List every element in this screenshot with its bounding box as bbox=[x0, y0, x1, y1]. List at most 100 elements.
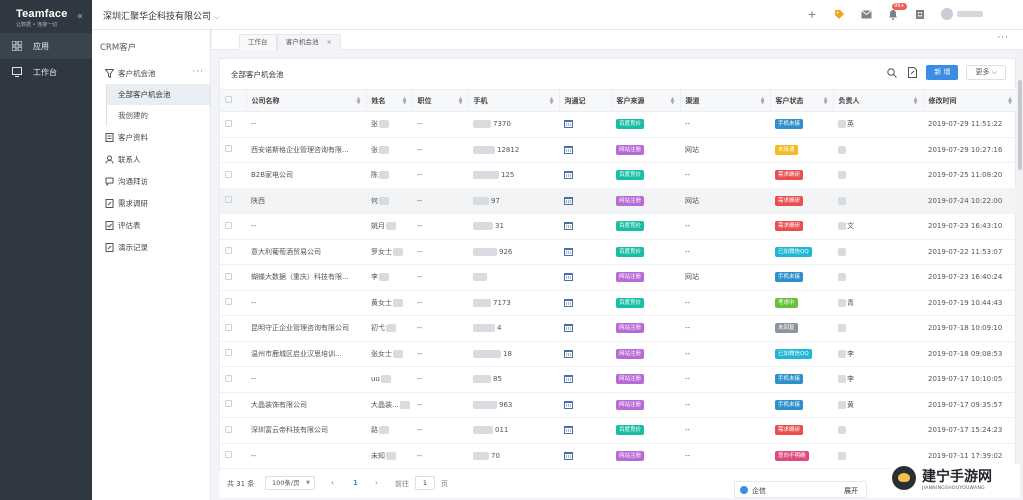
company-name[interactable]: B2B家电公司 bbox=[251, 171, 293, 179]
vertical-scrollbar[interactable] bbox=[1017, 50, 1023, 500]
table-row[interactable]: 陕西 何 -- 97 网站注册 网站 需求确研 2019-07-24 10:22:00 bbox=[220, 188, 1017, 214]
row-checkbox[interactable] bbox=[225, 247, 232, 255]
sidebar-group-opportunity-pool[interactable]: 客户机会池 ··· bbox=[92, 62, 210, 84]
row-checkbox[interactable] bbox=[225, 400, 232, 408]
sidebar-item-customers[interactable]: 客户资料 bbox=[92, 126, 210, 148]
sort-icon[interactable]: ▲ ▼ bbox=[550, 97, 554, 106]
company-name[interactable]: 大晶装饰有限公司 bbox=[251, 401, 307, 409]
sort-icon[interactable]: ▲ ▼ bbox=[824, 97, 828, 106]
table-row[interactable]: -- 姚月 -- 31 百度竞价 -- 需求确研 文 2019-07-23 16:43:10 bbox=[220, 213, 1017, 240]
table-row[interactable]: 西安诺斯格企业管理咨询有限... 张 -- 12812 网站注册 网站 未接通 2019-07… bbox=[220, 137, 1017, 163]
select-all-checkbox[interactable] bbox=[225, 96, 232, 103]
column-header[interactable]: 职位 ▲ ▼ bbox=[411, 89, 468, 112]
column-header[interactable]: 手机 ▲ ▼ bbox=[467, 89, 559, 112]
plus-icon[interactable]: + bbox=[806, 8, 818, 21]
page-size-select[interactable]: 100条/页 ▼ bbox=[265, 476, 315, 490]
row-checkbox[interactable] bbox=[225, 272, 232, 280]
row-checkbox[interactable] bbox=[225, 298, 232, 306]
column-header[interactable]: 公司名称 ▲ ▼ bbox=[245, 89, 366, 112]
company-name[interactable]: -- bbox=[251, 222, 256, 230]
company-name[interactable]: -- bbox=[251, 375, 256, 383]
table-row[interactable]: -- 张 -- 7370 百度竞价 -- 手机未接 英 2019-07-29 11:51:22 bbox=[220, 111, 1017, 138]
rail-item-apps[interactable]: 应用 bbox=[0, 33, 92, 59]
new-button[interactable]: 新 增 bbox=[926, 65, 959, 80]
sidebar-item-contacts[interactable]: 联系人 bbox=[92, 148, 210, 170]
more-icon[interactable]: ··· bbox=[192, 67, 204, 77]
column-header[interactable]: 客户状态 ▲ ▼ bbox=[769, 89, 833, 112]
building-icon[interactable] bbox=[914, 8, 926, 20]
sidebar-item-research[interactable]: 需求调研 bbox=[92, 192, 210, 214]
more-dropdown-button[interactable]: 更多 ⌵ bbox=[966, 65, 1006, 80]
sidebar-item-evaluation[interactable]: 评估表 bbox=[92, 214, 210, 236]
bell-icon[interactable]: 99+ bbox=[887, 3, 907, 20]
im-widget[interactable]: 企信 展开 bbox=[734, 481, 867, 498]
column-header[interactable]: 负责人 ▲ ▼ bbox=[832, 89, 923, 112]
calendar-icon[interactable] bbox=[564, 426, 573, 435]
row-checkbox[interactable] bbox=[225, 196, 232, 204]
export-icon[interactable] bbox=[906, 67, 918, 79]
column-header[interactable]: 修改时间 ▲ ▼ bbox=[922, 89, 1017, 112]
column-header[interactable]: 客户来源 ▲ ▼ bbox=[610, 89, 680, 112]
sort-icon[interactable]: ▲ ▼ bbox=[1008, 97, 1012, 106]
sidebar-item-visits[interactable]: 沟通拜访 bbox=[92, 170, 210, 192]
company-name[interactable]: -- bbox=[251, 120, 256, 128]
company-name[interactable]: 陕西 bbox=[251, 197, 265, 205]
sidebar-item-all-pool[interactable]: 全部客户机会池 bbox=[106, 84, 210, 105]
table-row[interactable]: 蝴蝶大数据（重庆）科技有限... 李 -- 网站注册 网站 手机未接 2019-07-23 … bbox=[220, 264, 1017, 291]
goto-page-input[interactable]: 1 bbox=[415, 476, 435, 490]
calendar-icon[interactable] bbox=[564, 400, 573, 409]
calendar-icon[interactable] bbox=[564, 298, 573, 307]
calendar-icon[interactable] bbox=[564, 451, 573, 460]
row-checkbox[interactable] bbox=[225, 170, 232, 178]
sort-icon[interactable]: ▲ ▼ bbox=[403, 97, 407, 106]
calendar-icon[interactable] bbox=[564, 145, 573, 154]
row-checkbox[interactable] bbox=[225, 221, 232, 229]
tag-icon[interactable] bbox=[833, 8, 845, 20]
row-checkbox[interactable] bbox=[225, 374, 232, 382]
table-row[interactable]: 意大利葡萄酒贸易公司 罗女士 -- 926 百度竞价 -- 已加微信QQ 2019-07-22… bbox=[220, 239, 1017, 265]
sort-icon[interactable]: ▲ ▼ bbox=[357, 97, 361, 106]
next-page-icon[interactable]: › bbox=[375, 479, 378, 487]
sidebar-item-created-by-me[interactable]: 我创建的 bbox=[106, 105, 210, 126]
row-checkbox[interactable] bbox=[225, 451, 232, 459]
company-name[interactable]: 蝴蝶大数据（重庆）科技有限... bbox=[251, 273, 349, 281]
calendar-icon[interactable] bbox=[564, 349, 573, 358]
table-row[interactable]: B2B家电公司 陈 -- 125 百度竞价 -- 需求确研 2019-07-25 11:08:… bbox=[220, 162, 1017, 189]
row-checkbox[interactable] bbox=[225, 145, 232, 153]
scroll-thumb[interactable] bbox=[1018, 80, 1022, 170]
company-name[interactable]: -- bbox=[251, 299, 256, 307]
calendar-icon[interactable] bbox=[564, 120, 573, 129]
page-number[interactable]: 1 bbox=[353, 479, 358, 487]
search-icon[interactable] bbox=[886, 67, 898, 79]
table-row[interactable]: -- 黄女士 -- 7173 百度竞价 -- 考虑中 青 2019-07-19 10:44:43 bbox=[220, 290, 1017, 316]
sort-icon[interactable]: ▲ ▼ bbox=[914, 97, 918, 106]
table-row[interactable]: -- uu -- 85 网站注册 -- 手机未接 李 2019-07-17 10:10:05 bbox=[220, 366, 1017, 393]
column-header[interactable]: 沟通记 bbox=[558, 89, 611, 112]
row-checkbox[interactable] bbox=[225, 323, 232, 331]
table-row[interactable]: 温州市鹿城区启业汉思培训... 张女士 -- 18 网站注册 -- 已加微信QQ 李 2019-… bbox=[220, 341, 1017, 367]
tab-opportunity-pool[interactable]: 客户机会池 × bbox=[277, 34, 341, 50]
sort-icon[interactable]: ▲ ▼ bbox=[671, 97, 675, 106]
im-expand[interactable]: 展开 bbox=[844, 486, 858, 496]
column-header[interactable]: 渠道 ▲ ▼ bbox=[679, 89, 770, 112]
collapse-icon[interactable]: « bbox=[77, 11, 83, 22]
calendar-icon[interactable] bbox=[564, 222, 573, 231]
rail-item-workbench[interactable]: 工作台 bbox=[0, 59, 92, 85]
company-name[interactable]: 温州市鹿城区启业汉思培训... bbox=[251, 350, 342, 358]
company-name[interactable]: 西安诺斯格企业管理咨询有限... bbox=[251, 146, 349, 154]
company-name[interactable]: 昆明守正企业管理咨询有限公司 bbox=[251, 324, 349, 332]
table-row[interactable]: 深圳富云帝科技有限公司 路 -- 011 百度竞价 -- 需求确研 2019-07-17 15… bbox=[220, 417, 1017, 444]
calendar-icon[interactable] bbox=[564, 375, 573, 384]
company-name[interactable]: -- bbox=[251, 452, 256, 460]
table-row[interactable]: 大晶装饰有限公司 大晶装... -- 963 网站注册 -- 手机未接 黄 2019-07-17… bbox=[220, 392, 1017, 418]
row-checkbox[interactable] bbox=[225, 425, 232, 433]
calendar-icon[interactable] bbox=[564, 247, 573, 256]
row-checkbox[interactable] bbox=[225, 119, 232, 127]
more-icon[interactable]: ··· bbox=[997, 33, 1009, 43]
calendar-icon[interactable] bbox=[564, 196, 573, 205]
sidebar-item-demo-records[interactable]: 演示记录 bbox=[92, 236, 210, 258]
calendar-icon[interactable] bbox=[564, 273, 573, 282]
row-checkbox[interactable] bbox=[225, 349, 232, 357]
column-header[interactable]: 姓名 ▲ ▼ bbox=[365, 89, 412, 112]
prev-page-icon[interactable]: ‹ bbox=[331, 479, 334, 487]
